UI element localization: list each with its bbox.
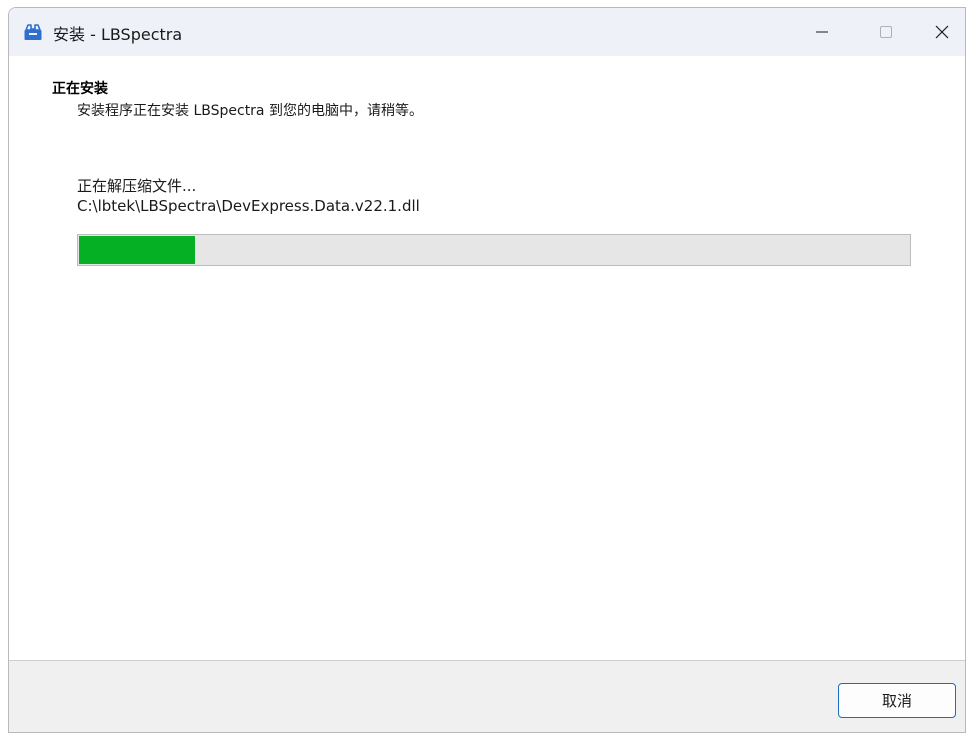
title-bar[interactable]: 安装 - LBSpectra	[9, 8, 965, 56]
maximize-button[interactable]	[863, 8, 909, 56]
page-subheading: 安装程序正在安装 LBSpectra 到您的电脑中，请稍等。	[77, 103, 423, 119]
window-title: 安装 - LBSpectra	[53, 25, 183, 44]
installer-box-icon	[24, 24, 42, 40]
footer-bar: 取消	[9, 661, 965, 732]
installer-window: 安装 - LBSpectra 正在安装 安装程序正在安装 LBSpectra 到…	[8, 7, 966, 733]
close-button[interactable]	[919, 8, 965, 56]
progress-bar-fill	[79, 236, 195, 264]
current-file-path: C:\lbtek\LBSpectra\DevExpress.Data.v22.1…	[77, 197, 420, 215]
minimize-button[interactable]	[799, 8, 845, 56]
maximize-icon	[880, 26, 892, 38]
close-icon	[935, 25, 949, 39]
cancel-button[interactable]: 取消	[838, 683, 956, 718]
status-text: 正在解压缩文件...	[77, 177, 197, 195]
minimize-icon	[816, 31, 828, 33]
install-content: 正在安装 安装程序正在安装 LBSpectra 到您的电脑中，请稍等。 正在解压…	[9, 56, 965, 660]
progress-bar	[77, 234, 911, 266]
page-heading: 正在安装	[52, 81, 108, 97]
